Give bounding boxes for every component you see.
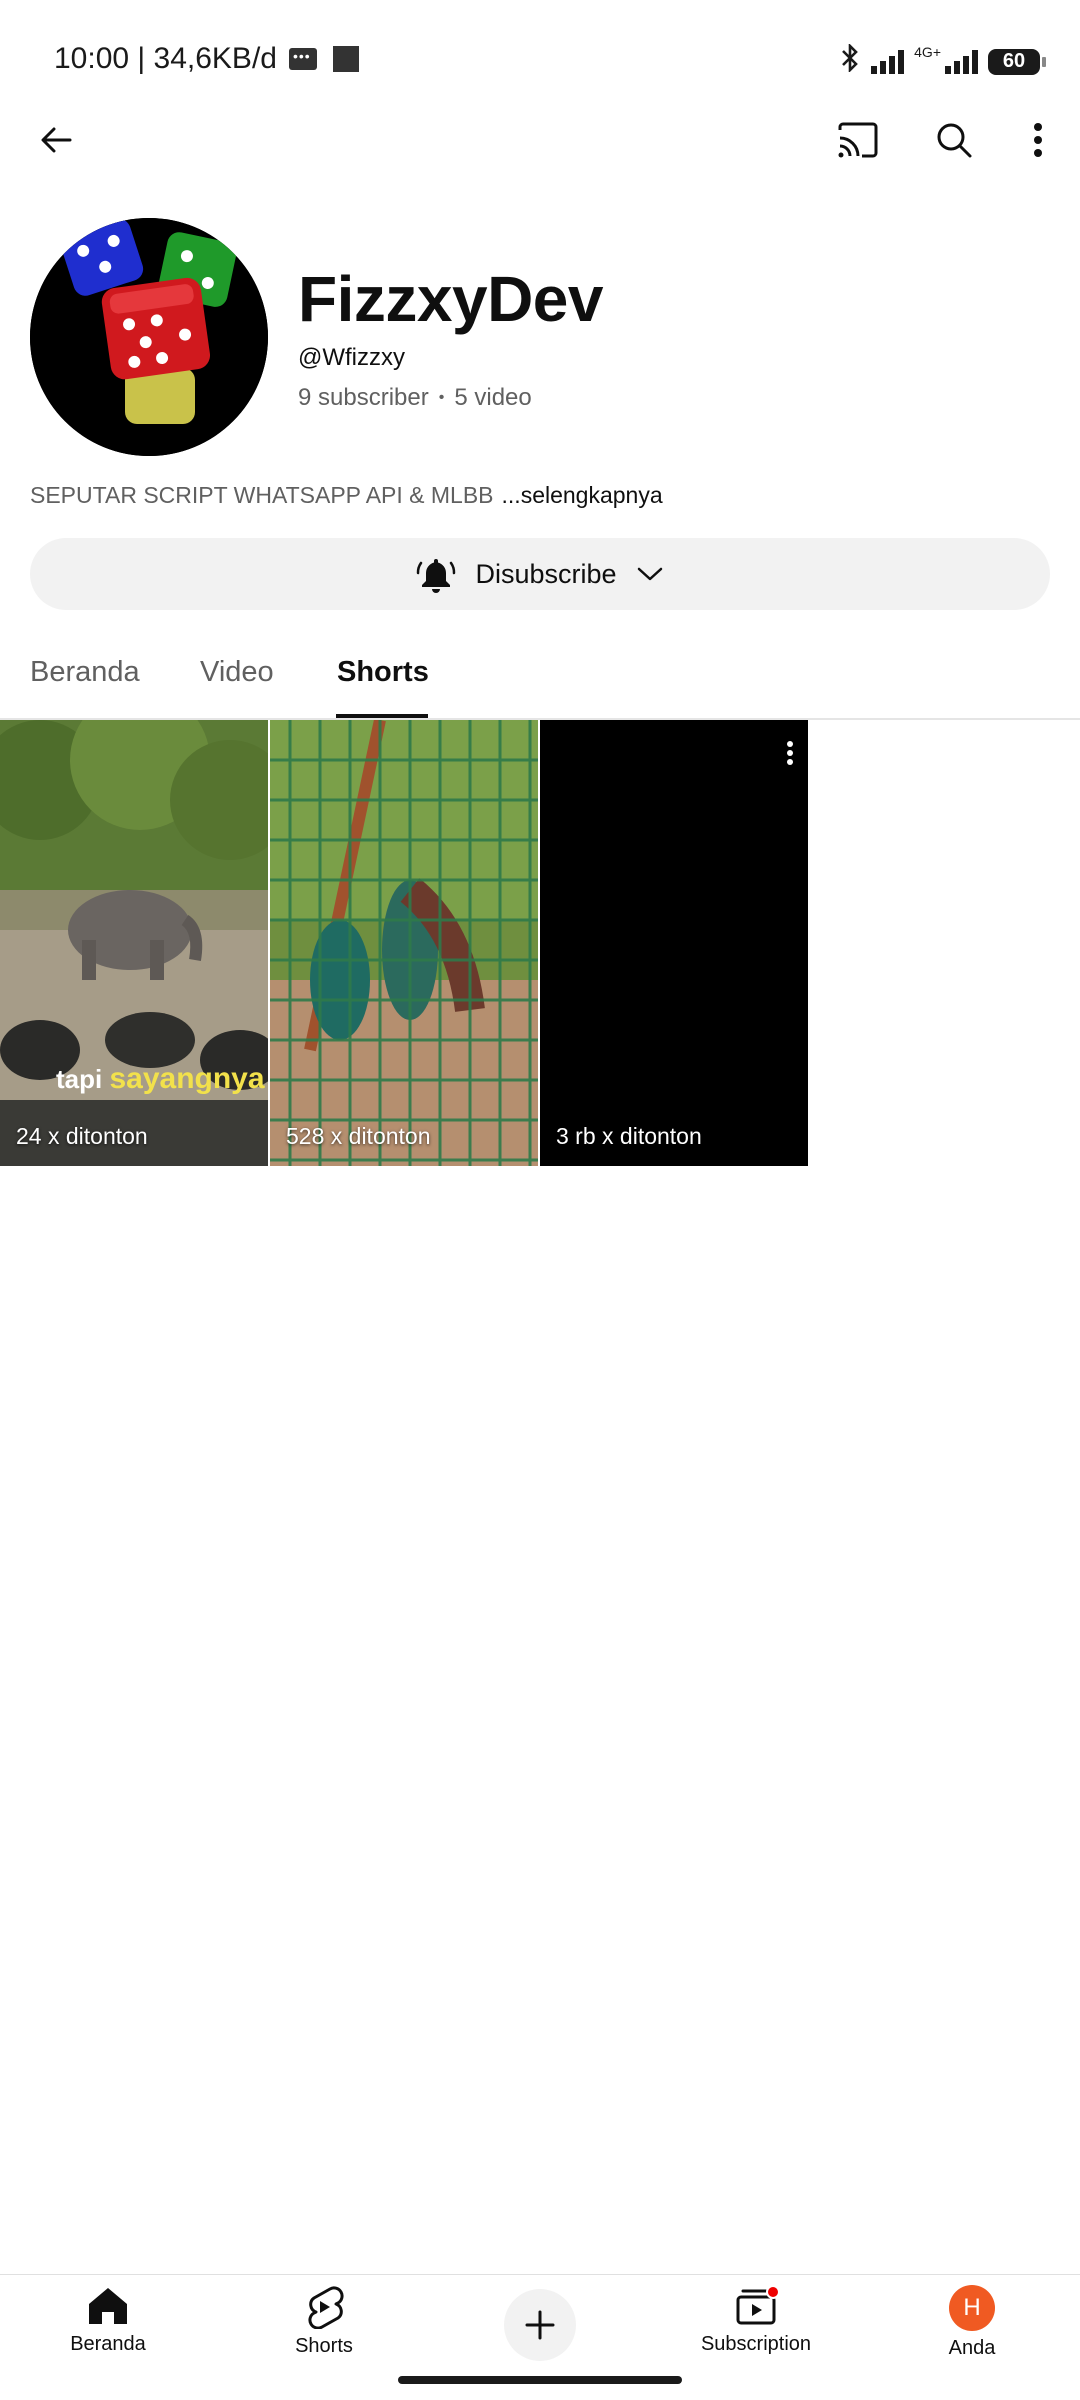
dice-logo-icon [30,218,268,456]
short-item[interactable]: 3 rb x ditonton [540,720,808,1166]
subscribe-label: Disubscribe [475,558,617,589]
arrow-left-icon [41,127,72,153]
shorts-grid: tapi sayangnya 24 x ditonton 528 x diton… [0,720,1080,1166]
cast-icon [838,122,878,158]
short-item[interactable]: 528 x ditonton [270,720,538,1166]
more-vertical-icon [1034,123,1042,157]
short-view-count: 24 x ditonton [16,1123,148,1149]
description-text: SEPUTAR SCRIPT WHATSAPP API & MLBB [30,482,494,508]
read-more-link[interactable]: ...selengkapnya [502,482,663,509]
message-notification-icon [288,48,317,70]
channel-name: FizzxyDev [298,263,603,335]
home-icon [89,2288,127,2324]
more-options-button[interactable] [1002,104,1074,176]
notification-dot [766,2285,780,2299]
short-view-count: 528 x ditonton [286,1123,431,1149]
signal-icon-2 [945,49,978,74]
short-thumbnail-elephant [0,720,268,1166]
subscriber-count: 9 subscriber [298,384,429,411]
tab-video[interactable]: Video [200,656,274,689]
channel-avatar[interactable] [30,218,268,456]
cast-button[interactable] [822,104,894,176]
nav-subscriptions[interactable]: Subscription [676,2285,836,2356]
channel-description[interactable]: SEPUTAR SCRIPT WHATSAPP API & MLBB ...se… [30,482,663,509]
caption-word-2: sayangnya [109,1062,265,1095]
nav-you[interactable]: H Anda [892,2285,1052,2360]
chevron-down-icon [637,567,662,581]
status-time: 10:00 | 34,6KB/d [54,42,277,75]
active-tab-indicator [336,714,428,718]
video-count: 5 video [454,384,532,411]
bluetooth-icon [839,42,861,79]
user-avatar: H [949,2285,995,2331]
more-vertical-icon[interactable] [786,740,794,766]
user-avatar-letter: H [963,2294,981,2321]
back-button[interactable] [20,104,92,176]
search-icon [937,123,972,158]
nav-home-label: Beranda [70,2333,146,2355]
nav-you-label: Anda [948,2337,996,2359]
short-view-count: 3 rb x ditonton [556,1123,702,1149]
nav-subscriptions-label: Subscription [700,2333,812,2355]
status-left: 10:00 | 34,6KB/d [54,42,359,76]
tab-beranda[interactable]: Beranda [30,656,140,689]
shorts-icon [308,2286,344,2329]
search-button[interactable] [918,104,990,176]
plus-icon [525,2310,555,2340]
short-caption-overlay: tapi sayangnya [56,1062,265,1096]
app-bar [0,100,1080,180]
bell-ringing-icon [417,559,456,593]
battery-icon: 60 [988,48,1046,75]
short-thumbnail-peacock [270,720,538,1166]
create-button[interactable] [504,2289,576,2361]
caption-word-1: tapi [56,1064,103,1094]
battery-level: 60 [1002,50,1026,72]
channel-handle: @Wfizzxy [298,344,406,371]
nav-home[interactable]: Beranda [28,2285,188,2356]
separator-dot: • [438,389,445,406]
nav-shorts-label: Shorts [295,2335,353,2357]
channel-meta: 9 subscriber • 5 video [298,384,532,412]
subscribe-button[interactable]: Disubscribe [30,538,1050,610]
status-right: 4G+ 60 [839,42,1046,79]
signal-icon [871,49,905,74]
network-type-label: 4G+ [914,43,941,60]
app-notification-icon [332,46,359,72]
home-indicator[interactable] [398,2376,682,2384]
short-item[interactable]: tapi sayangnya 24 x ditonton [0,720,268,1166]
channel-tabs: Beranda Video Shorts [0,640,1080,720]
nav-shorts[interactable]: Shorts [244,2285,404,2358]
tab-shorts[interactable]: Shorts [337,656,429,689]
